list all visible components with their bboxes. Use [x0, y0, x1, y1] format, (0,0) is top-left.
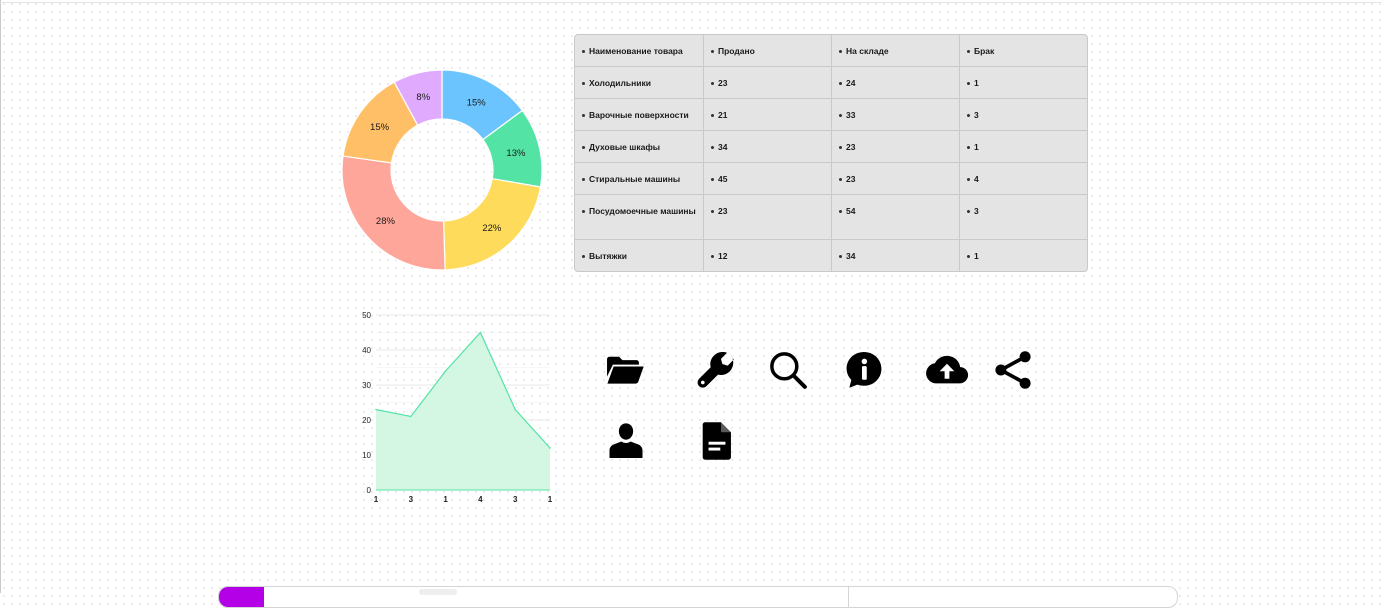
table-cell: Духовые шкафы	[575, 131, 703, 162]
info-icon[interactable]	[842, 348, 886, 392]
data-point	[375, 408, 377, 411]
y-tick-label: 50	[362, 311, 371, 320]
table-row: Холодильники 23 24 1	[575, 66, 1087, 98]
table-row: Варочные поверхности 21 33 3	[575, 98, 1087, 130]
data-point	[479, 331, 482, 334]
donut-slice-label: 8%	[416, 92, 430, 103]
x-tick-label: 4	[478, 495, 483, 504]
bottom-toolbar	[218, 586, 1178, 608]
y-tick-label: 40	[362, 346, 371, 355]
x-tick-label: 3	[409, 495, 414, 504]
table-cell: 54	[831, 195, 959, 239]
donut-slice-label: 15%	[467, 98, 487, 109]
table-cell: 1	[959, 67, 1087, 98]
x-tick-label: 1	[548, 495, 553, 504]
table-cell: 1	[959, 240, 1087, 271]
table-cell: 21	[703, 99, 831, 130]
y-tick-label: 10	[362, 451, 371, 460]
donut-chart: 15% 13% 22% 28% 15% 8%	[341, 69, 543, 271]
table-cell: Стиральные машины	[575, 163, 703, 194]
accent-tab[interactable]	[219, 587, 264, 607]
share-icon[interactable]	[991, 348, 1035, 392]
table-cell: 12	[703, 240, 831, 271]
document-icon[interactable]	[695, 419, 739, 463]
x-tick-label: 1	[374, 495, 379, 504]
table-cell: 23	[831, 131, 959, 162]
wrench-icon[interactable]	[694, 348, 738, 392]
toolbar-handle[interactable]	[419, 589, 457, 595]
donut-slice-label: 15%	[370, 122, 390, 133]
table-row: Стиральные машины 45 23 4	[575, 162, 1087, 194]
y-tick-label: 20	[362, 416, 371, 425]
table-cell: Варочные поверхности	[575, 99, 703, 130]
x-tick-label: 3	[513, 495, 518, 504]
table-header-row: Наименование товара Продано На складе Бр…	[575, 35, 1087, 66]
data-table: Наименование товара Продано На складе Бр…	[574, 34, 1088, 272]
table-cell: Посудомоечные машины	[575, 195, 703, 239]
table-cell: 1	[959, 131, 1087, 162]
cloud-upload-icon[interactable]	[925, 348, 969, 392]
table-cell: 45	[703, 163, 831, 194]
data-point	[549, 447, 551, 449]
data-point	[514, 408, 516, 411]
table-cell: 23	[703, 195, 831, 239]
table-header-cell: Продано	[703, 35, 831, 66]
toolbar-divider	[848, 587, 849, 607]
data-point	[410, 415, 412, 418]
table-cell: Вытяжки	[575, 240, 703, 271]
table-cell: 34	[703, 131, 831, 162]
table-header-cell: Наименование товара	[575, 35, 703, 66]
donut-slice-label: 22%	[482, 223, 502, 234]
donut-slice-label: 13%	[506, 148, 526, 159]
user-icon[interactable]	[604, 419, 648, 463]
search-icon[interactable]	[766, 348, 810, 392]
table-row: Посудомоечные машины 23 54 3	[575, 194, 1087, 239]
y-tick-label: 30	[362, 381, 371, 390]
frame-edge-top	[0, 2, 1381, 3]
table-cell: 24	[831, 67, 959, 98]
table-cell: 3	[959, 195, 1087, 239]
area-fill	[376, 332, 550, 490]
table-cell: 34	[831, 240, 959, 271]
y-tick-label: 0	[367, 486, 372, 495]
table-cell: 23	[831, 163, 959, 194]
frame-edge	[0, 0, 1, 593]
data-point	[444, 370, 447, 372]
donut-slice	[341, 155, 446, 271]
table-cell: 3	[959, 99, 1087, 130]
table-cell: 4	[959, 163, 1087, 194]
folder-open-icon[interactable]	[603, 348, 647, 392]
area-chart: 0 10 20 30 40 50 1 3 1 4 3 1	[362, 311, 553, 504]
table-row: Вытяжки 12 34 1	[575, 239, 1087, 271]
x-tick-label: 1	[443, 495, 448, 504]
table-cell: Холодильники	[575, 67, 703, 98]
donut-slice-label: 28%	[376, 216, 396, 227]
table-header-cell: На складе	[831, 35, 959, 66]
table-cell: 33	[831, 99, 959, 130]
table-row: Духовые шкафы 34 23 1	[575, 130, 1087, 162]
table-header-cell: Брак	[959, 35, 1087, 66]
table-cell: 23	[703, 67, 831, 98]
